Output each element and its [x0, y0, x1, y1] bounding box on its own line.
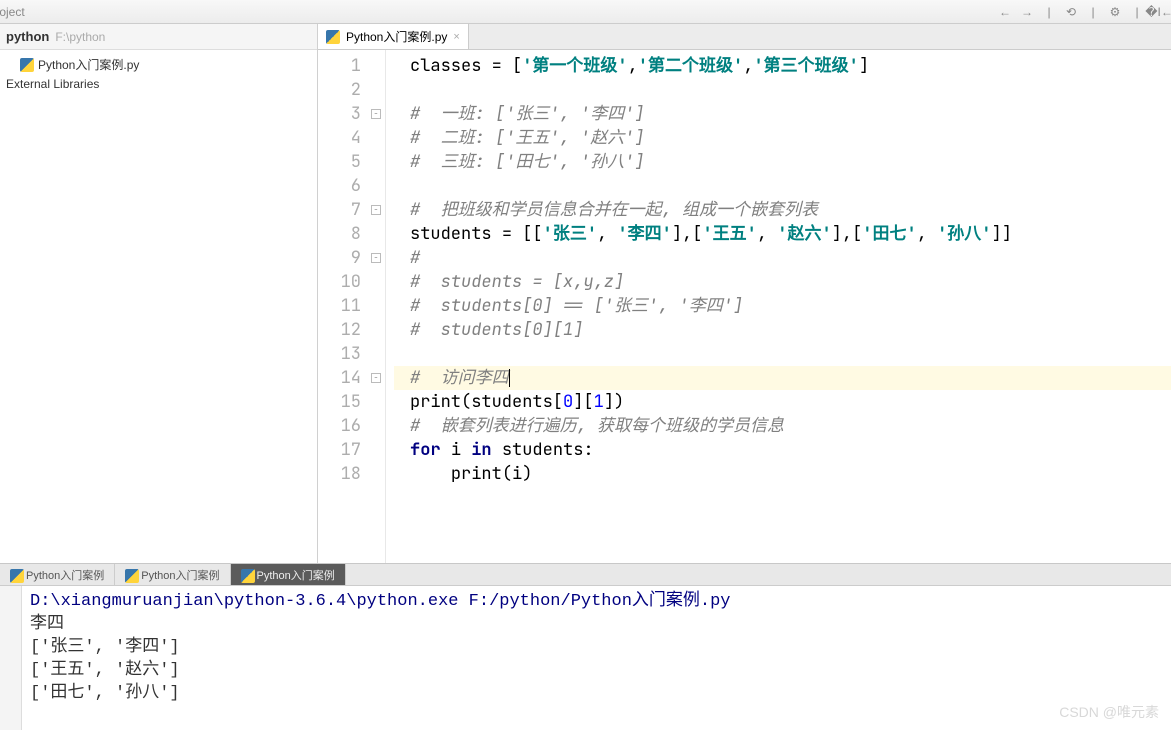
- collapse-icon[interactable]: �I←: [1151, 4, 1167, 20]
- project-path: F:\python: [55, 30, 105, 44]
- code-line[interactable]: # 访问李四: [394, 366, 1171, 390]
- python-file-icon: [20, 58, 34, 72]
- code-line[interactable]: for i in students:: [394, 438, 1171, 462]
- code-line[interactable]: print(i): [394, 462, 1171, 486]
- editor-tab[interactable]: Python入门案例.py ×: [318, 24, 469, 49]
- code-line[interactable]: # 把班级和学员信息合并在一起, 组成一个嵌套列表: [394, 198, 1171, 222]
- project-sidebar: python F:\python Python入门案例.py External …: [0, 24, 318, 563]
- console-output[interactable]: D:\xiangmuruanjian\python-3.6.4\python.e…: [22, 586, 1171, 730]
- project-name: python: [6, 29, 49, 44]
- code-line[interactable]: students = [['张三', '李四'],['王五', '赵六'],['…: [394, 222, 1171, 246]
- code-line[interactable]: # 二班: ['王五', '赵六']: [394, 126, 1171, 150]
- python-file-icon: [241, 569, 253, 581]
- run-tabs: Python入门案例 Python入门案例 Python入门案例: [0, 563, 1171, 585]
- run-tab[interactable]: Python入门案例: [0, 564, 115, 585]
- divider-icon: |: [1041, 4, 1057, 20]
- python-file-icon: [10, 569, 22, 581]
- divider-icon: |: [1129, 4, 1145, 20]
- code-line[interactable]: # 嵌套列表进行遍历, 获取每个班级的学员信息: [394, 414, 1171, 438]
- fold-icon[interactable]: −: [371, 109, 381, 119]
- code-line[interactable]: #: [394, 246, 1171, 270]
- tab-label: Python入门案例.py: [346, 28, 447, 45]
- project-label: oject: [4, 4, 20, 20]
- fold-icon[interactable]: −: [371, 205, 381, 215]
- divider-icon: |: [1085, 4, 1101, 20]
- code-line[interactable]: [394, 342, 1171, 366]
- file-tree-item[interactable]: Python入门案例.py: [0, 54, 317, 75]
- code-editor[interactable]: 123−4567−89−1011121314−15161718 classes …: [318, 50, 1171, 563]
- console-gutter: [0, 586, 22, 730]
- editor-pane: Python入门案例.py × 123−4567−89−1011121314−1…: [318, 24, 1171, 563]
- editor-tabs: Python入门案例.py ×: [318, 24, 1171, 50]
- run-tab[interactable]: Python入门案例: [231, 564, 346, 585]
- python-file-icon: [125, 569, 137, 581]
- code-line[interactable]: # students = [x,y,z]: [394, 270, 1171, 294]
- console-line: ['张三', '李四']: [30, 636, 1163, 659]
- external-libraries[interactable]: External Libraries: [0, 75, 317, 93]
- ide-window: oject ← → | ⟲ | ⚙ | �I← python F:\python…: [0, 0, 1171, 730]
- line-gutter: 123−4567−89−1011121314−15161718: [318, 50, 386, 563]
- sync-icon[interactable]: ⟲: [1063, 4, 1079, 20]
- code-line[interactable]: [394, 78, 1171, 102]
- fold-icon[interactable]: −: [371, 253, 381, 263]
- fold-icon[interactable]: −: [371, 373, 381, 383]
- code-content[interactable]: classes = ['第一个班级','第二个班级','第三个班级'] # 一班…: [386, 50, 1171, 563]
- project-header[interactable]: python F:\python: [0, 24, 317, 50]
- console-line: 李四: [30, 613, 1163, 636]
- code-line[interactable]: classes = ['第一个班级','第二个班级','第三个班级']: [394, 54, 1171, 78]
- main-area: python F:\python Python入门案例.py External …: [0, 24, 1171, 563]
- top-toolbar: oject ← → | ⟲ | ⚙ | �I←: [0, 0, 1171, 24]
- console-command: D:\xiangmuruanjian\python-3.6.4\python.e…: [30, 590, 1163, 613]
- code-line[interactable]: # students[0][1]: [394, 318, 1171, 342]
- code-line[interactable]: # students[0] == ['张三', '李四']: [394, 294, 1171, 318]
- console-line: ['王五', '赵六']: [30, 659, 1163, 682]
- console-panel: D:\xiangmuruanjian\python-3.6.4\python.e…: [0, 585, 1171, 730]
- code-line[interactable]: # 三班: ['田七', '孙八']: [394, 150, 1171, 174]
- forward-icon[interactable]: →: [1019, 4, 1035, 20]
- run-tab-label: Python入门案例: [257, 567, 335, 583]
- code-line[interactable]: [394, 174, 1171, 198]
- gear-icon[interactable]: ⚙: [1107, 4, 1123, 20]
- file-tree: Python入门案例.py External Libraries: [0, 50, 317, 97]
- file-name: Python入门案例.py: [38, 56, 139, 73]
- watermark: CSDN @唯元素: [1059, 702, 1159, 722]
- back-icon[interactable]: ←: [997, 4, 1013, 20]
- console-line: ['田七', '孙八']: [30, 682, 1163, 705]
- run-tab-label: Python入门案例: [141, 567, 219, 583]
- python-file-icon: [326, 30, 340, 44]
- code-line[interactable]: print(students[0][1]): [394, 390, 1171, 414]
- code-line[interactable]: # 一班: ['张三', '李四']: [394, 102, 1171, 126]
- close-icon[interactable]: ×: [453, 31, 459, 43]
- text-cursor: [509, 369, 510, 387]
- run-tab-label: Python入门案例: [26, 567, 104, 583]
- run-tab[interactable]: Python入门案例: [115, 564, 230, 585]
